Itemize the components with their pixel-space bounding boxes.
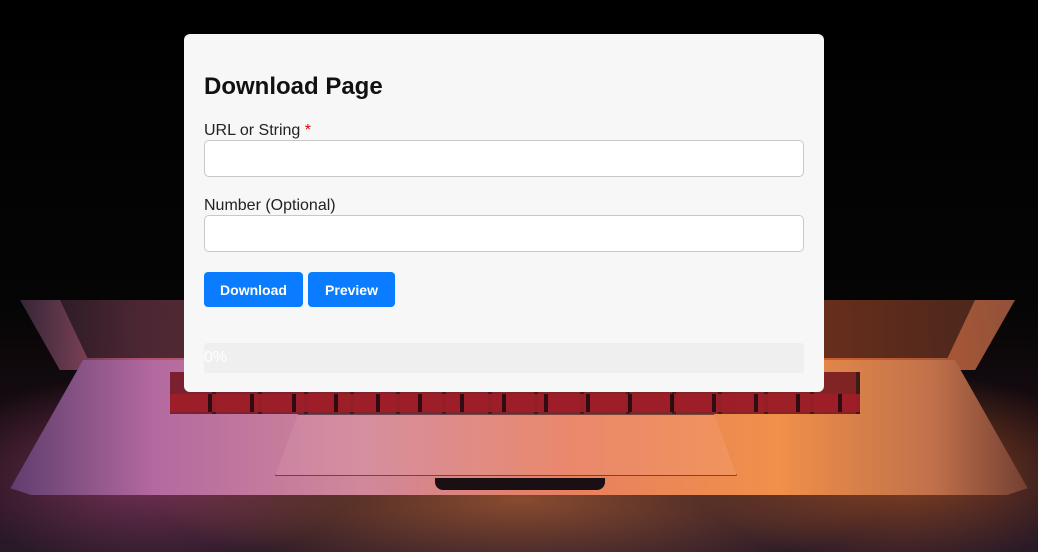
number-input[interactable] — [204, 215, 804, 252]
required-indicator: * — [304, 122, 312, 139]
url-input[interactable] — [204, 140, 804, 177]
progress-bar: 0% — [204, 343, 804, 373]
laptop-trackpad — [275, 414, 737, 476]
preview-button[interactable]: Preview — [308, 272, 395, 307]
download-button[interactable]: Download — [204, 272, 303, 307]
download-form-card: Download Page URL or String * Number (Op… — [184, 34, 824, 392]
url-label: URL or String * — [204, 121, 311, 141]
number-label: Number (Optional) — [204, 197, 336, 214]
laptop-notch — [435, 478, 605, 490]
page-title: Download Page — [204, 73, 383, 100]
progress-text: 0% — [204, 349, 228, 366]
laptop-keyboard-row — [170, 394, 860, 412]
url-label-text: URL or String — [204, 122, 301, 139]
